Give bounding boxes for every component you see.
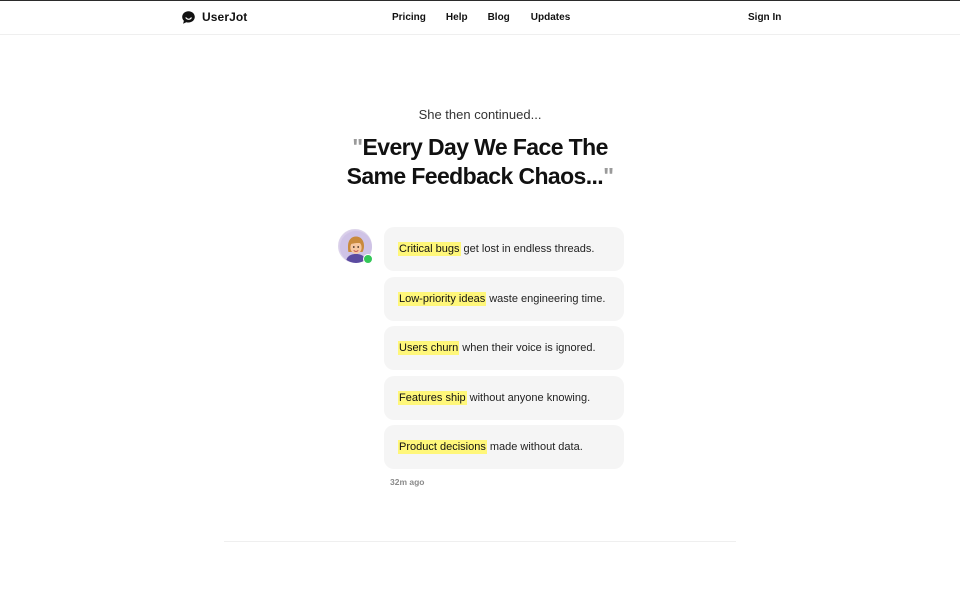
open-quote: " [352, 134, 363, 160]
message-highlight: Low-priority ideas [398, 291, 487, 306]
message-text: when their voice is ignored. [462, 342, 596, 354]
message-text: waste engineering time. [489, 292, 606, 305]
avatar [338, 229, 373, 264]
nav-link-updates[interactable]: Updates [531, 12, 570, 24]
nav-link-blog[interactable]: Blog [488, 12, 510, 24]
page-title: "Every Day We Face The Same Feedback Cha… [0, 133, 960, 191]
top-nav: UserJot Pricing Help Blog Updates Sign I… [0, 1, 960, 35]
lead-text: She then continued... [418, 107, 542, 122]
message-highlight: Features ship [398, 390, 467, 405]
message-bubble: Features ship without anyone knowing. [384, 375, 624, 420]
speech-bubble-icon [181, 10, 196, 25]
headline-line-1: Every Day We Face The [362, 134, 609, 160]
message-text: get lost in endless threads. [463, 243, 595, 255]
nav-link-pricing[interactable]: Pricing [392, 12, 426, 24]
message-list: Critical bugs get lost in endless threads… [384, 227, 624, 475]
message-text: without anyone knowing. [469, 391, 591, 404]
message-bubble: Low-priority ideas waste engineering time… [384, 276, 624, 321]
message-bubble: Users churn when their voice is ignored. [384, 326, 624, 370]
message-bubble: Product decisions made without data. [384, 425, 624, 469]
online-status-dot [363, 254, 373, 264]
headline-line-2: Same Feedback Chaos... [346, 163, 604, 189]
section-divider [224, 541, 736, 542]
nav-link-help[interactable]: Help [446, 12, 468, 24]
brand-logo-link[interactable]: UserJot [181, 10, 247, 25]
brand-name: UserJot [202, 10, 248, 24]
message-timestamp: 32m ago [390, 477, 425, 487]
message-text: made without data. [489, 441, 583, 453]
message-highlight: Critical bugs [398, 242, 461, 256]
message-highlight: Product decisions [398, 440, 487, 454]
nav-links: Pricing Help Blog Updates [392, 12, 570, 24]
sign-in-link[interactable]: Sign In [748, 12, 781, 24]
close-quote: " [603, 163, 614, 189]
message-highlight: Users churn [398, 341, 460, 355]
message-bubble: Critical bugs get lost in endless threads… [384, 227, 624, 271]
